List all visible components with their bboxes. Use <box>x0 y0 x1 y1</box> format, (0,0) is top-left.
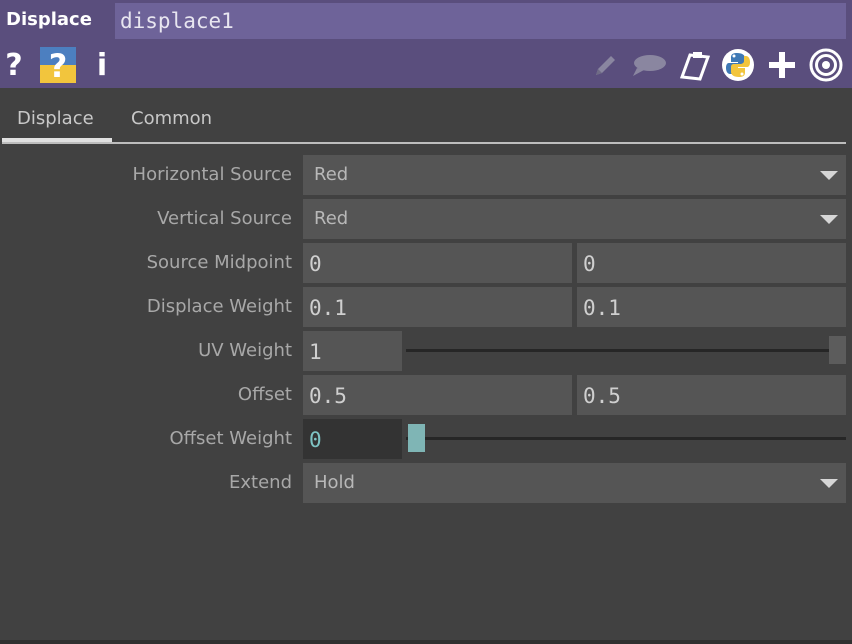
uv-weight-label: UV Weight <box>198 340 292 361</box>
horizontal-source-dropdown[interactable]: Red <box>303 155 846 195</box>
offset-x-field[interactable]: 0.5 <box>303 375 572 415</box>
vertical-source-label: Vertical Source <box>157 208 292 229</box>
source-midpoint-y-field[interactable]: 0 <box>577 243 846 283</box>
tab-common[interactable]: Common <box>131 108 212 129</box>
displace-weight-y-field[interactable]: 0.1 <box>577 287 846 327</box>
extend-dropdown[interactable]: Hold <box>303 463 846 503</box>
op-help-icon[interactable]: ? <box>40 47 76 83</box>
svg-text:?: ? <box>49 47 68 83</box>
source-midpoint-x-field[interactable]: 0 <box>303 243 572 283</box>
displace-weight-x-field[interactable]: 0.1 <box>303 287 572 327</box>
operator-name-field[interactable]: displace1 <box>115 3 846 39</box>
bottom-edge <box>0 640 852 644</box>
uv-weight-field[interactable]: 1 <box>303 331 402 371</box>
chevron-down-icon <box>820 171 838 180</box>
horizontal-source-value: Red <box>314 164 349 185</box>
comment-icon[interactable] <box>630 47 668 83</box>
uv-weight-slider-handle[interactable] <box>829 336 846 364</box>
offset-weight-field[interactable]: 0 <box>303 419 402 459</box>
vertical-source-dropdown[interactable]: Red <box>303 199 846 239</box>
chevron-down-icon <box>820 479 838 488</box>
pencil-icon[interactable] <box>590 47 622 83</box>
operator-type-label: Displace <box>6 9 92 30</box>
displace-weight-label: Displace Weight <box>146 296 292 317</box>
python-icon[interactable] <box>720 47 756 83</box>
info-icon[interactable]: i <box>92 47 112 83</box>
uv-weight-slider-track[interactable] <box>406 349 846 352</box>
offset-weight-label: Offset Weight <box>169 428 292 449</box>
parameter-header: Displace displace1 ? ? i <box>0 0 852 88</box>
extend-label: Extend <box>229 472 292 493</box>
tab-divider <box>2 142 846 144</box>
vertical-source-value: Red <box>314 208 349 229</box>
source-midpoint-label: Source Midpoint <box>146 252 292 273</box>
clipboard-icon[interactable] <box>675 47 713 83</box>
target-icon[interactable] <box>808 47 844 83</box>
chevron-down-icon <box>820 215 838 224</box>
extend-value: Hold <box>314 472 355 493</box>
horizontal-source-label: Horizontal Source <box>132 164 292 185</box>
offset-weight-slider-track[interactable] <box>406 437 846 440</box>
offset-weight-slider-handle[interactable] <box>408 424 425 452</box>
offset-y-field[interactable]: 0.5 <box>577 375 846 415</box>
offset-label: Offset <box>237 384 292 405</box>
help-icon[interactable]: ? <box>3 47 25 83</box>
tab-bar: Displace Common <box>0 88 852 144</box>
plus-icon[interactable] <box>766 47 798 83</box>
tab-displace[interactable]: Displace <box>17 108 94 129</box>
